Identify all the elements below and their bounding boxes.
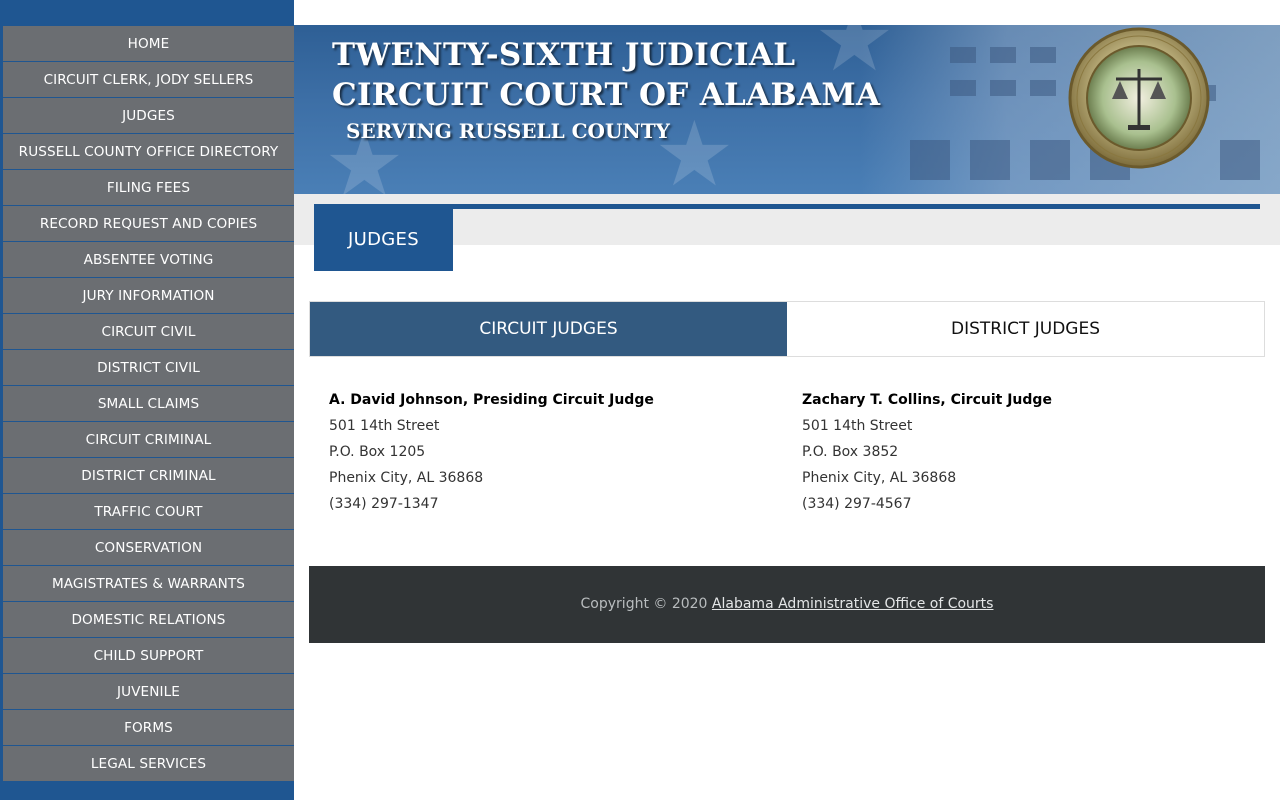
nav-item-office-directory[interactable]: RUSSELL COUNTY OFFICE DIRECTORY <box>3 134 294 170</box>
site-title: TWENTY-SIXTH JUDICIAL CIRCUIT COURT OF A… <box>332 35 880 115</box>
nav-item-legal-services[interactable]: LEGAL SERVICES <box>3 746 294 782</box>
nav-item-circuit-clerk[interactable]: CIRCUIT CLERK, JODY SELLERS <box>3 62 294 98</box>
nav-item-small-claims[interactable]: SMALL CLAIMS <box>3 386 294 422</box>
judge-street: 501 14th Street <box>802 418 913 434</box>
tab-district-judges[interactable]: DISTRICT JUDGES <box>787 302 1264 356</box>
nav-item-domestic-relations[interactable]: DOMESTIC RELATIONS <box>3 602 294 638</box>
nav-item-judges[interactable]: JUDGES <box>3 98 294 134</box>
judge-card: Zachary T. Collins, Circuit Judge 501 14… <box>802 387 1052 517</box>
judge-phone: (334) 297-4567 <box>802 496 912 512</box>
footer-aoc-link[interactable]: Alabama Administrative Office of Courts <box>712 596 994 612</box>
site-subtitle: SERVING RUSSELL COUNTY <box>346 119 670 143</box>
page-title: JUDGES <box>314 209 453 271</box>
nav-item-traffic-court[interactable]: TRAFFIC COURT <box>3 494 294 530</box>
nav-item-forms[interactable]: FORMS <box>3 710 294 746</box>
judge-city: Phenix City, AL 36868 <box>802 470 957 486</box>
judge-po-box: P.O. Box 1205 <box>329 444 426 460</box>
court-seal-icon <box>1068 27 1210 169</box>
judge-street: 501 14th Street <box>329 418 440 434</box>
nav-item-record-request[interactable]: RECORD REQUEST AND COPIES <box>3 206 294 242</box>
nav-item-juvenile[interactable]: JUVENILE <box>3 674 294 710</box>
nav-item-district-criminal[interactable]: DISTRICT CRIMINAL <box>3 458 294 494</box>
title-divider <box>314 204 1260 209</box>
sidebar-top-bar <box>0 0 294 26</box>
nav-item-magistrates-warrants[interactable]: MAGISTRATES & WARRANTS <box>3 566 294 602</box>
nav-item-conservation[interactable]: CONSERVATION <box>3 530 294 566</box>
nav-item-absentee-voting[interactable]: ABSENTEE VOTING <box>3 242 294 278</box>
nav-item-home[interactable]: HOME <box>3 26 294 62</box>
sidebar-nav: HOME CIRCUIT CLERK, JODY SELLERS JUDGES … <box>0 0 294 800</box>
site-title-line2: CIRCUIT COURT OF ALABAMA <box>332 77 881 113</box>
nav-item-jury-information[interactable]: JURY INFORMATION <box>3 278 294 314</box>
judge-city: Phenix City, AL 36868 <box>329 470 484 486</box>
site-footer: Copyright © 2020 Alabama Administrative … <box>309 566 1265 643</box>
judge-name: A. David Johnson, Presiding Circuit Judg… <box>329 392 654 408</box>
site-banner: ★ ★ ★ TWENTY-SIXTH JUDICIAL CIRCUIT COUR… <box>294 25 1280 194</box>
tab-circuit-judges[interactable]: CIRCUIT JUDGES <box>310 302 787 356</box>
nav-item-circuit-civil[interactable]: CIRCUIT CIVIL <box>3 314 294 350</box>
judge-card: A. David Johnson, Presiding Circuit Judg… <box>329 387 654 517</box>
nav-item-filing-fees[interactable]: FILING FEES <box>3 170 294 206</box>
site-title-line1: TWENTY-SIXTH JUDICIAL <box>332 37 796 73</box>
judge-name: Zachary T. Collins, Circuit Judge <box>802 392 1052 408</box>
nav-item-circuit-criminal[interactable]: CIRCUIT CRIMINAL <box>3 422 294 458</box>
nav-item-district-civil[interactable]: DISTRICT CIVIL <box>3 350 294 386</box>
nav-item-child-support[interactable]: CHILD SUPPORT <box>3 638 294 674</box>
footer-copyright: Copyright © 2020 <box>580 596 712 612</box>
judge-po-box: P.O. Box 3852 <box>802 444 899 460</box>
judge-phone: (334) 297-1347 <box>329 496 439 512</box>
judge-tabs: CIRCUIT JUDGES DISTRICT JUDGES <box>309 301 1265 357</box>
